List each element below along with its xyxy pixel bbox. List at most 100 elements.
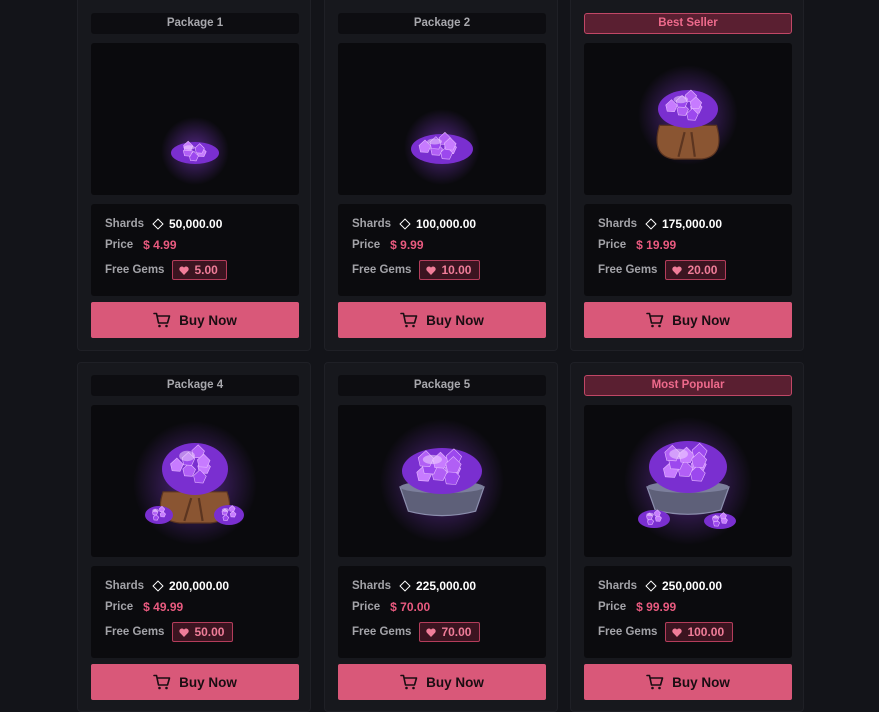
price-label: Price: [598, 601, 627, 613]
price-value: $ 9.99: [390, 238, 424, 252]
shard-icon: [645, 580, 657, 592]
gem-sack-image: [584, 43, 792, 195]
price-label: Price: [598, 239, 627, 251]
best-seller-badge: Best Seller: [584, 13, 792, 34]
shards-label: Shards: [105, 218, 144, 230]
package-card: Package 5 Shards 225,000.00 Price $ 70.00 …: [324, 362, 558, 712]
gem-illustration: [133, 421, 257, 545]
package-badge: Package 2: [338, 13, 546, 34]
buy-now-label: Buy Now: [672, 674, 730, 690]
price-label: Price: [352, 239, 381, 251]
free-gems-value: 100.00: [687, 625, 725, 639]
gem-illustration: [380, 419, 504, 543]
price-label: Price: [105, 239, 134, 251]
shards-value: 50,000.00: [169, 217, 223, 231]
price-value: $ 70.00: [390, 600, 431, 614]
free-gems-label: Free Gems: [105, 626, 165, 638]
buy-now-label: Buy Now: [179, 312, 237, 328]
shards-label: Shards: [598, 580, 637, 592]
shards-value: 225,000.00: [416, 579, 477, 593]
large-gem-sack-image: [91, 405, 299, 557]
cart-icon: [646, 674, 664, 690]
free-gems-value: 5.00: [194, 263, 218, 277]
shards-value: 175,000.00: [662, 217, 723, 231]
most-popular-badge: Most Popular: [584, 375, 792, 396]
overflowing-gem-bowl-image: [584, 405, 792, 557]
gem-illustration: [624, 417, 752, 545]
package-card: Package 1 Shards 50,000.00 Price $ 4.99 Fr…: [77, 0, 311, 351]
cart-icon: [646, 312, 664, 328]
buy-now-button[interactable]: Buy Now: [584, 664, 792, 700]
price-value: $ 99.99: [636, 600, 677, 614]
heart-icon: [672, 628, 683, 637]
heart-icon: [426, 628, 437, 637]
free-gems-badge: 70.00: [419, 622, 481, 642]
package-details: Shards 225,000.00 Price $ 70.00 Free Gems 7…: [338, 566, 546, 658]
package-card: Most Popular Shards 250,000.00 Price $ 99.…: [570, 362, 804, 712]
price-value: $ 4.99: [143, 238, 177, 252]
buy-now-button[interactable]: Buy Now: [91, 302, 299, 338]
heart-icon: [672, 266, 683, 275]
free-gems-label: Free Gems: [105, 264, 165, 276]
free-gems-label: Free Gems: [598, 264, 658, 276]
shards-value: 250,000.00: [662, 579, 723, 593]
shard-icon: [645, 218, 657, 230]
shop-grid: Package 1 Shards 50,000.00 Price $ 4.99 Fr…: [77, 0, 805, 712]
free-gems-label: Free Gems: [352, 626, 412, 638]
buy-now-label: Buy Now: [426, 674, 484, 690]
shards-label: Shards: [598, 218, 637, 230]
price-value: $ 19.99: [636, 238, 677, 252]
buy-now-label: Buy Now: [426, 312, 484, 328]
shards-value: 200,000.00: [169, 579, 230, 593]
buy-now-label: Buy Now: [672, 312, 730, 328]
free-gems-badge: 50.00: [172, 622, 234, 642]
free-gems-label: Free Gems: [598, 626, 658, 638]
heart-icon: [179, 628, 190, 637]
gem-illustration: [638, 65, 738, 165]
gem-pile-image: [338, 43, 546, 195]
gem-bowl-image: [338, 405, 546, 557]
price-value: $ 49.99: [143, 600, 184, 614]
free-gems-badge: 100.00: [665, 622, 734, 642]
free-gems-badge: 5.00: [172, 260, 227, 280]
shard-icon: [152, 218, 164, 230]
free-gems-value: 50.00: [194, 625, 225, 639]
buy-now-button[interactable]: Buy Now: [91, 664, 299, 700]
package-details: Shards 200,000.00 Price $ 49.99 Free Gems 5…: [91, 566, 299, 658]
cart-icon: [400, 674, 418, 690]
free-gems-value: 20.00: [687, 263, 718, 277]
package-badge: Package 4: [91, 375, 299, 396]
shard-icon: [152, 580, 164, 592]
buy-now-button[interactable]: Buy Now: [338, 302, 546, 338]
price-label: Price: [352, 601, 381, 613]
heart-icon: [426, 266, 437, 275]
package-card: Best Seller Shards 175,000.00 Price $ 19.9…: [570, 0, 804, 351]
package-badge: Package 1: [91, 13, 299, 34]
package-details: Shards 250,000.00 Price $ 99.99 Free Gems 1…: [584, 566, 792, 658]
free-gems-label: Free Gems: [352, 264, 412, 276]
package-details: Shards 100,000.00 Price $ 9.99 Free Gems 10…: [338, 204, 546, 296]
gem-illustration: [404, 109, 480, 185]
shard-icon: [399, 218, 411, 230]
shard-icon: [399, 580, 411, 592]
buy-now-label: Buy Now: [179, 674, 237, 690]
shards-label: Shards: [105, 580, 144, 592]
cart-icon: [153, 312, 171, 328]
cart-icon: [400, 312, 418, 328]
cart-icon: [153, 674, 171, 690]
gem-illustration: [161, 117, 229, 185]
package-details: Shards 175,000.00 Price $ 19.99 Free Gems 2…: [584, 204, 792, 296]
free-gems-value: 10.00: [441, 263, 472, 277]
free-gems-badge: 10.00: [419, 260, 481, 280]
gem-pile-small-image: [91, 43, 299, 195]
free-gems-badge: 20.00: [665, 260, 727, 280]
buy-now-button[interactable]: Buy Now: [338, 664, 546, 700]
shards-label: Shards: [352, 218, 391, 230]
heart-icon: [179, 266, 190, 275]
package-badge: Package 5: [338, 375, 546, 396]
buy-now-button[interactable]: Buy Now: [584, 302, 792, 338]
shards-label: Shards: [352, 580, 391, 592]
shards-value: 100,000.00: [416, 217, 477, 231]
package-details: Shards 50,000.00 Price $ 4.99 Free Gems 5.0…: [91, 204, 299, 296]
package-card: Package 4 Shards 200,000.00 Price $ 49.99 …: [77, 362, 311, 712]
